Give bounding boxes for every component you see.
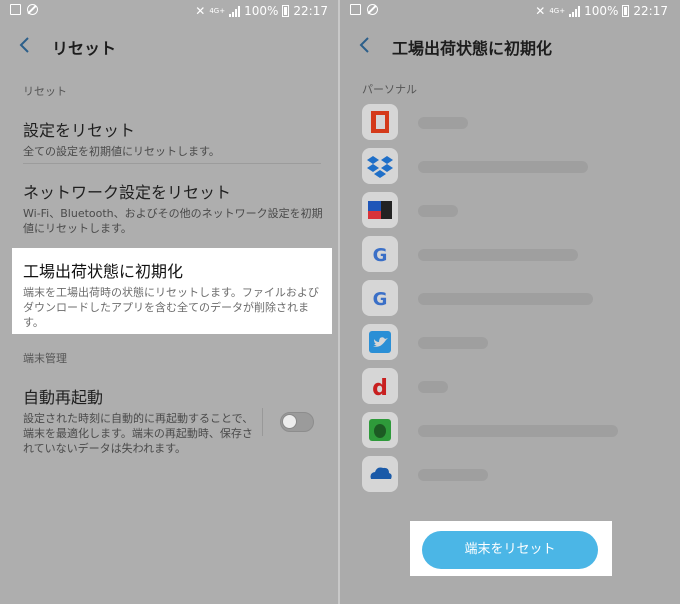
item-subtitle: 全ての設定を初期値にリセットします。 bbox=[23, 145, 220, 158]
item-subtitle: Wi-Fi、Bluetooth、およびその他のネットワーク設定を初期値にリセット… bbox=[23, 207, 323, 235]
item-subtitle: 設定された時刻に自動的に再起動することで、端末を最適化します。端末の再起動時、保… bbox=[23, 412, 254, 455]
auto-restart-item[interactable]: 自動再起動 設定された時刻に自動的に再起動することで、端末を最適化します。端末の… bbox=[23, 384, 255, 456]
do-not-disturb-icon bbox=[367, 4, 378, 15]
svg-text:G: G bbox=[373, 289, 388, 310]
dropbox-icon bbox=[362, 148, 398, 184]
account-item bbox=[362, 192, 662, 230]
image-notification-icon bbox=[10, 4, 21, 15]
svg-text:d: d bbox=[372, 376, 388, 401]
account-name-redacted bbox=[418, 161, 588, 173]
account-item bbox=[362, 456, 662, 494]
account-name-redacted bbox=[418, 249, 578, 261]
google-icon: G bbox=[362, 236, 398, 272]
status-bar: ✕ 4G+ 100% 22:17 bbox=[0, 0, 340, 24]
reset-screen: ✕ 4G+ 100% 22:17 リセット リセット 設定をリセット 全ての設定… bbox=[0, 0, 340, 604]
item-title: 自動再起動 bbox=[23, 388, 104, 407]
account-name-redacted bbox=[418, 381, 448, 393]
docomo-d-icon: d bbox=[362, 368, 398, 404]
account-name-redacted bbox=[418, 425, 618, 437]
battery-percent: 100% bbox=[584, 4, 619, 18]
account-name-redacted bbox=[418, 117, 468, 129]
page-title: リセット bbox=[52, 39, 117, 58]
signal-icon bbox=[569, 5, 581, 17]
item-title: 工場出荷状態に初期化 bbox=[23, 262, 184, 281]
do-not-disturb-icon bbox=[27, 4, 38, 15]
back-button[interactable] bbox=[18, 36, 32, 54]
network-type: 4G+ bbox=[209, 6, 226, 15]
twitter-icon bbox=[362, 324, 398, 360]
clock: 22:17 bbox=[293, 4, 328, 18]
network-type: 4G+ bbox=[549, 6, 566, 15]
reset-network-item[interactable]: ネットワーク設定をリセット Wi-Fi、Bluetooth、およびその他のネット… bbox=[23, 179, 323, 236]
office-icon bbox=[362, 104, 398, 140]
mute-icon: ✕ bbox=[195, 4, 206, 18]
battery-icon bbox=[282, 5, 290, 17]
divider bbox=[23, 163, 321, 164]
google-icon: G bbox=[362, 280, 398, 316]
reset-settings-item[interactable]: 設定をリセット 全ての設定を初期値にリセットします。 bbox=[23, 117, 323, 159]
clock: 22:17 bbox=[633, 4, 668, 18]
battery-percent: 100% bbox=[244, 4, 279, 18]
app-icon bbox=[362, 192, 398, 228]
account-name-redacted bbox=[418, 293, 593, 305]
app-bar: 工場出荷状態に初期化 bbox=[340, 24, 680, 68]
onedrive-icon bbox=[362, 456, 398, 492]
chevron-left-icon bbox=[19, 37, 29, 53]
account-name-redacted bbox=[418, 205, 458, 217]
toggle-knob bbox=[282, 414, 297, 429]
account-name-redacted bbox=[418, 469, 488, 481]
page-title: 工場出荷状態に初期化 bbox=[392, 39, 553, 58]
account-item bbox=[362, 412, 662, 450]
chevron-left-icon bbox=[359, 37, 369, 53]
auto-restart-toggle[interactable] bbox=[280, 412, 314, 432]
svg-text:G: G bbox=[373, 245, 388, 266]
section-header-device: 端末管理 bbox=[23, 352, 67, 365]
factory-reset-item[interactable]: 工場出荷状態に初期化 端末を工場出荷時の状態にリセットします。ファイルおよびダウ… bbox=[12, 248, 332, 334]
back-button[interactable] bbox=[358, 36, 372, 54]
reset-button-area: 端末をリセット bbox=[410, 521, 612, 576]
account-item: G bbox=[362, 236, 662, 274]
app-bar: リセット bbox=[0, 24, 340, 68]
account-item bbox=[362, 104, 662, 142]
signal-icon bbox=[229, 5, 241, 17]
reset-device-button[interactable]: 端末をリセット bbox=[422, 531, 598, 569]
section-header-personal: パーソナル bbox=[362, 83, 417, 96]
item-title: ネットワーク設定をリセット bbox=[23, 183, 232, 202]
battery-icon bbox=[622, 5, 630, 17]
image-notification-icon bbox=[350, 4, 361, 15]
account-name-redacted bbox=[418, 337, 488, 349]
account-item: G bbox=[362, 280, 662, 318]
item-subtitle: 端末を工場出荷時の状態にリセットします。ファイルおよびダウンロードしたアプリを含… bbox=[23, 286, 319, 329]
account-item bbox=[362, 324, 662, 362]
section-header-reset: リセット bbox=[23, 85, 67, 98]
account-item bbox=[362, 148, 662, 186]
account-item: d bbox=[362, 368, 662, 406]
item-title: 設定をリセット bbox=[23, 121, 136, 140]
divider bbox=[262, 408, 263, 436]
status-bar: ✕ 4G+ 100% 22:17 bbox=[340, 0, 680, 24]
evernote-icon bbox=[362, 412, 398, 448]
mute-icon: ✕ bbox=[535, 4, 546, 18]
